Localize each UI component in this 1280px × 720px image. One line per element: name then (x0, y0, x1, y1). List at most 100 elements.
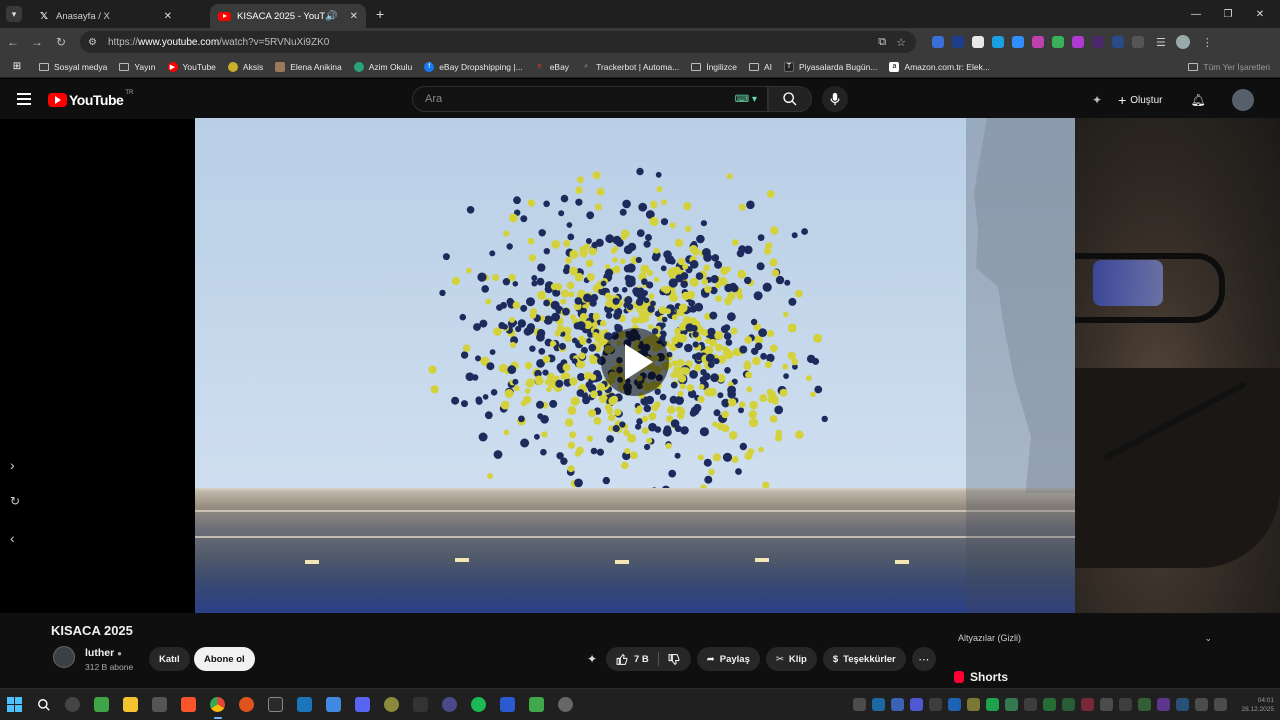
discord-tray-icon[interactable] (910, 698, 924, 711)
bookmark-item[interactable]: Azim Okulu (353, 61, 412, 72)
taskbar-app-chrome[interactable] (203, 689, 232, 720)
taskbar-app[interactable] (87, 689, 116, 720)
taskbar-app[interactable] (290, 689, 319, 720)
thanks-button[interactable]: $ Teşekkürler (822, 647, 906, 671)
tray-icon[interactable] (1024, 698, 1038, 711)
tray-icon[interactable] (1138, 698, 1152, 711)
tray-icon[interactable] (1100, 698, 1114, 711)
forward-icon[interactable]: → (26, 35, 48, 49)
taskbar-app[interactable] (551, 689, 580, 720)
bookmark-item[interactable]: Sosyal medya (39, 62, 107, 72)
taskbar-app[interactable] (145, 689, 174, 720)
more-actions-icon[interactable]: ⋯ (911, 647, 936, 671)
extension-icon[interactable] (972, 36, 984, 48)
tray-icon[interactable] (1081, 698, 1095, 711)
tab-search-button[interactable]: ▾ (6, 6, 22, 22)
menu-icon[interactable] (17, 93, 31, 105)
tray-icon[interactable] (1062, 698, 1076, 711)
extension-icon[interactable]: ✦ (584, 651, 600, 667)
bookmark-item[interactable]: AI (748, 62, 772, 72)
bookmark-item[interactable]: Yayın (119, 62, 156, 72)
notifications-bell-icon[interactable]: 🔔︎ (1190, 93, 1205, 107)
chevron-down-icon[interactable]: ⌄ (1204, 633, 1212, 644)
tray-icon[interactable] (1157, 698, 1171, 711)
window-close-icon[interactable]: ✕ (1244, 9, 1276, 20)
profile-avatar[interactable] (1175, 35, 1190, 49)
minimize-icon[interactable]: — (1180, 9, 1212, 20)
chat-replay-bar[interactable]: Altyazılar (Gizli) ⌄ (958, 633, 1212, 644)
clip-button[interactable]: ✂ Klip (765, 647, 817, 671)
keyboard-icon[interactable]: ⌨ ▾ (735, 94, 757, 105)
thumbs-down-icon[interactable] (668, 653, 681, 666)
extension-icon[interactable] (992, 36, 1004, 48)
close-icon[interactable]: ✕ (350, 11, 358, 22)
audio-playing-icon[interactable]: 🔊 (325, 11, 337, 22)
taskbar-app[interactable] (58, 689, 87, 720)
taskbar-app[interactable] (464, 689, 493, 720)
tray-icon[interactable] (1119, 698, 1133, 711)
steam-tray-icon[interactable] (872, 698, 886, 711)
bookmark-item[interactable]: Aksis (227, 61, 263, 72)
bookmark-item[interactable]: e eBay (535, 62, 569, 72)
channel-avatar[interactable] (53, 646, 75, 668)
tray-icon[interactable] (1043, 698, 1057, 711)
extension-icon[interactable] (952, 36, 964, 48)
extension-icon[interactable] (1032, 36, 1044, 48)
taskbar-app[interactable] (261, 689, 290, 720)
taskbar-app[interactable] (116, 689, 145, 720)
extension-icon[interactable] (1052, 36, 1064, 48)
restore-icon[interactable]: ❐ (1212, 9, 1244, 20)
chevron-left-icon[interactable]: ‹ (10, 530, 15, 546)
extension-icon[interactable] (1112, 36, 1124, 48)
all-bookmarks-button[interactable]: Tüm Yer İşaretleri (1188, 62, 1270, 72)
join-button[interactable]: Katıl (149, 647, 190, 671)
start-button[interactable] (0, 689, 29, 720)
translate-extension-icon[interactable] (932, 36, 944, 48)
tray-icon[interactable] (948, 698, 962, 711)
tab-x-home[interactable]: 𝕏 Anasayfa / X ✕ (30, 4, 180, 28)
more-menu-icon[interactable]: ⋮ (1202, 36, 1213, 49)
search-input[interactable]: Ara ⌨ ▾ (412, 86, 768, 112)
bookmark-item[interactable]: f eBay Dropshipping |... (424, 61, 523, 72)
network-icon[interactable] (1195, 698, 1209, 711)
subscribe-button[interactable]: Abone ol (194, 647, 255, 671)
share-button[interactable]: ➦ Paylaş (696, 647, 760, 671)
bookmark-item[interactable]: İngilizce (691, 62, 737, 72)
address-bar[interactable]: ⚙ https://www.youtube.com/watch?v=5RVNuX… (80, 31, 916, 53)
tray-icon[interactable] (967, 698, 981, 711)
bookmark-item[interactable]: Elena Anikina (275, 61, 342, 72)
video-player[interactable] (195, 118, 1075, 613)
taskbar-app[interactable] (348, 689, 377, 720)
apps-button[interactable]: ⊞ (12, 61, 27, 72)
refresh-icon[interactable]: ↻ (10, 494, 20, 508)
account-avatar[interactable] (1231, 89, 1254, 111)
taskbar-app[interactable] (174, 689, 203, 720)
bookmark-item[interactable]: T Piyasalarda Bugün... (783, 61, 877, 72)
spotify-tray-icon[interactable] (986, 698, 1000, 711)
reload-icon[interactable]: ↻ (50, 35, 72, 49)
tray-icon[interactable] (891, 698, 905, 711)
bookmark-item[interactable]: ⌕ Trackerbot | Automa... (581, 62, 679, 72)
voice-search-button[interactable] (822, 86, 848, 112)
extension-icon[interactable] (1072, 36, 1084, 48)
tray-icon[interactable] (1176, 698, 1190, 711)
taskbar-app[interactable] (406, 689, 435, 720)
play-button[interactable] (601, 328, 669, 396)
tray-icon[interactable] (1005, 698, 1019, 711)
extension-icon[interactable] (1092, 36, 1104, 48)
reading-list-icon[interactable]: ☰ (1156, 36, 1166, 49)
tray-icon[interactable] (853, 698, 867, 711)
tray-icon[interactable] (929, 698, 943, 711)
bookmark-star-icon[interactable]: ☆ (896, 36, 906, 49)
channel-name[interactable]: luther ● (85, 647, 122, 659)
new-tab-button[interactable]: + (376, 6, 384, 22)
close-icon[interactable]: ✕ (164, 11, 172, 22)
system-clock[interactable]: 04:01 28.12.2025 (1241, 696, 1274, 714)
create-button[interactable]: + Oluştur (1118, 92, 1162, 108)
bookmark-item[interactable]: ▶ YouTube (167, 61, 216, 72)
back-icon[interactable]: ← (2, 35, 24, 49)
chevron-right-icon[interactable]: › (10, 457, 15, 473)
tab-youtube-video[interactable]: KISACA 2025 - YouTube 🔊 ✕ (210, 4, 366, 28)
bookmark-item[interactable]: a Amazon.com.tr: Elek... (889, 61, 990, 72)
taskbar-app[interactable] (377, 689, 406, 720)
